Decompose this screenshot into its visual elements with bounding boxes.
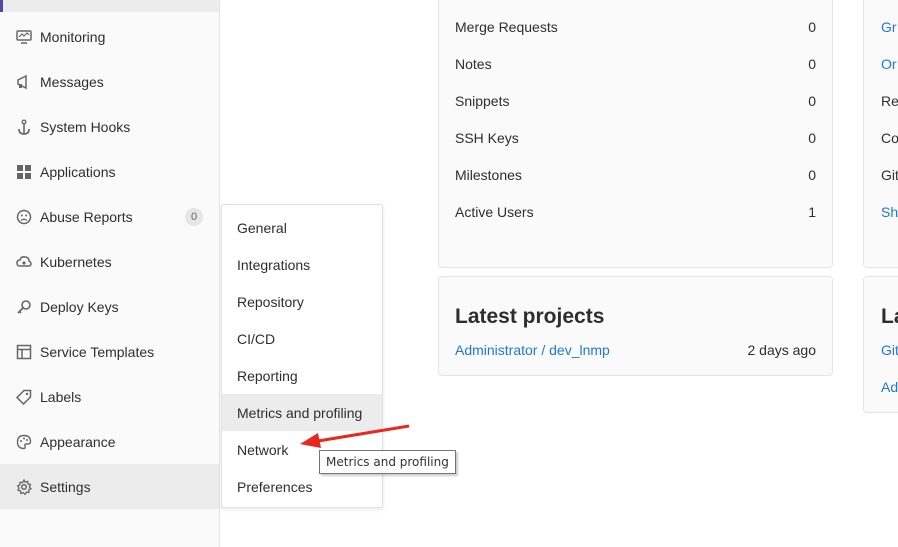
stat-value: 0 <box>808 166 816 183</box>
stats-card: Merge Requests 0 Notes 0 Snippets 0 SSH … <box>438 0 833 268</box>
template-icon <box>16 344 32 360</box>
sidebar-item-label: Applications <box>40 163 116 180</box>
sidebar-item-system-hooks[interactable]: System Hooks <box>0 104 219 149</box>
stat-row-ssh-keys: SSH Keys 0 <box>455 119 816 156</box>
sidebar-item-label: Service Templates <box>40 343 155 360</box>
grid-icon <box>16 164 32 180</box>
right-card-text: Co <box>881 130 898 146</box>
right-card-link[interactable]: Or <box>881 56 897 72</box>
stat-label: Milestones <box>455 166 522 183</box>
stat-row-merge-requests: Merge Requests 0 <box>455 8 816 45</box>
palette-icon <box>16 434 32 450</box>
menu-item-reporting[interactable]: Reporting <box>222 357 382 394</box>
stat-row-milestones: Milestones 0 <box>455 156 816 193</box>
stat-label: SSH Keys <box>455 129 519 146</box>
sidebar-item-monitoring[interactable]: Monitoring <box>0 14 219 59</box>
tooltip: Metrics and profiling <box>319 450 456 474</box>
tag-icon <box>16 389 32 405</box>
sidebar-item-label: Messages <box>40 73 104 90</box>
right-links-card: Gr Or Re Co Git Sh <box>863 0 898 268</box>
right-latest-card: La Git Ad <box>863 276 898 413</box>
sidebar-item-appearance[interactable]: Appearance <box>0 419 219 464</box>
stat-label: Snippets <box>455 92 510 109</box>
right-card-text: Git <box>881 167 898 183</box>
stat-label: Active Users <box>455 203 534 220</box>
sidebar-item-label: Settings <box>40 478 91 495</box>
sidebar-item-deploy-keys[interactable]: Deploy Keys <box>0 284 219 329</box>
sidebar-item-label: Labels <box>40 388 82 405</box>
right-card-title: La <box>881 305 898 328</box>
admin-sidebar: Monitoring Messages System Hooks Applica… <box>0 0 220 547</box>
stat-value: 0 <box>808 55 816 72</box>
sidebar-item-labels[interactable]: Labels <box>0 374 219 419</box>
stat-row-active-users: Active Users 1 <box>455 193 816 230</box>
sidebar-item-service-templates[interactable]: Service Templates <box>0 329 219 374</box>
sidebar-item-messages[interactable]: Messages <box>0 59 219 104</box>
right-card-link[interactable]: Git <box>881 342 898 358</box>
sidebar-item-kubernetes[interactable]: Kubernetes <box>0 239 219 284</box>
stat-row-snippets: Snippets 0 <box>455 82 816 119</box>
right-card-link[interactable]: Gr <box>881 19 897 35</box>
anchor-icon <box>16 119 32 135</box>
stat-value: 0 <box>808 129 816 146</box>
right-card-link[interactable]: Sh <box>881 204 898 220</box>
project-updated-time: 2 days ago <box>747 342 817 358</box>
stat-row-notes: Notes 0 <box>455 45 816 82</box>
latest-projects-card: Latest projects Administrator / dev_lnmp… <box>438 276 833 376</box>
sidebar-item-label: System Hooks <box>40 118 131 135</box>
sidebar-active-item-top[interactable] <box>0 0 219 12</box>
sidebar-item-label: Kubernetes <box>40 253 112 270</box>
right-card-link[interactable]: Ad <box>881 379 898 395</box>
stat-value: 1 <box>808 203 816 220</box>
cloud-gear-icon <box>16 254 32 270</box>
stat-label: Notes <box>455 55 492 72</box>
right-card-text: Re <box>881 93 898 109</box>
project-row: Administrator / dev_lnmp 2 days ago <box>455 342 816 358</box>
menu-item-general[interactable]: General <box>222 209 382 246</box>
menu-item-integrations[interactable]: Integrations <box>222 246 382 283</box>
sad-face-icon <box>16 209 32 225</box>
abuse-reports-count-badge: 0 <box>185 208 203 226</box>
sidebar-item-label: Abuse Reports <box>40 208 133 225</box>
sidebar-item-settings[interactable]: Settings <box>0 464 219 509</box>
sidebar-item-abuse-reports[interactable]: Abuse Reports 0 <box>0 194 219 239</box>
project-link[interactable]: Administrator / dev_lnmp <box>455 342 610 358</box>
sidebar-item-applications[interactable]: Applications <box>0 149 219 194</box>
stat-value: 0 <box>808 92 816 109</box>
monitor-icon <box>16 29 32 45</box>
gear-icon <box>16 478 32 495</box>
sidebar-item-label: Appearance <box>40 433 116 450</box>
menu-item-repository[interactable]: Repository <box>222 283 382 320</box>
stat-label: Merge Requests <box>455 18 558 35</box>
latest-projects-title: Latest projects <box>455 305 605 328</box>
key-icon <box>16 299 32 315</box>
sidebar-item-label: Deploy Keys <box>40 298 119 315</box>
menu-item-ci-cd[interactable]: CI/CD <box>222 320 382 357</box>
stat-value: 0 <box>808 18 816 35</box>
megaphone-icon <box>16 74 32 90</box>
sidebar-item-label: Monitoring <box>40 28 106 45</box>
